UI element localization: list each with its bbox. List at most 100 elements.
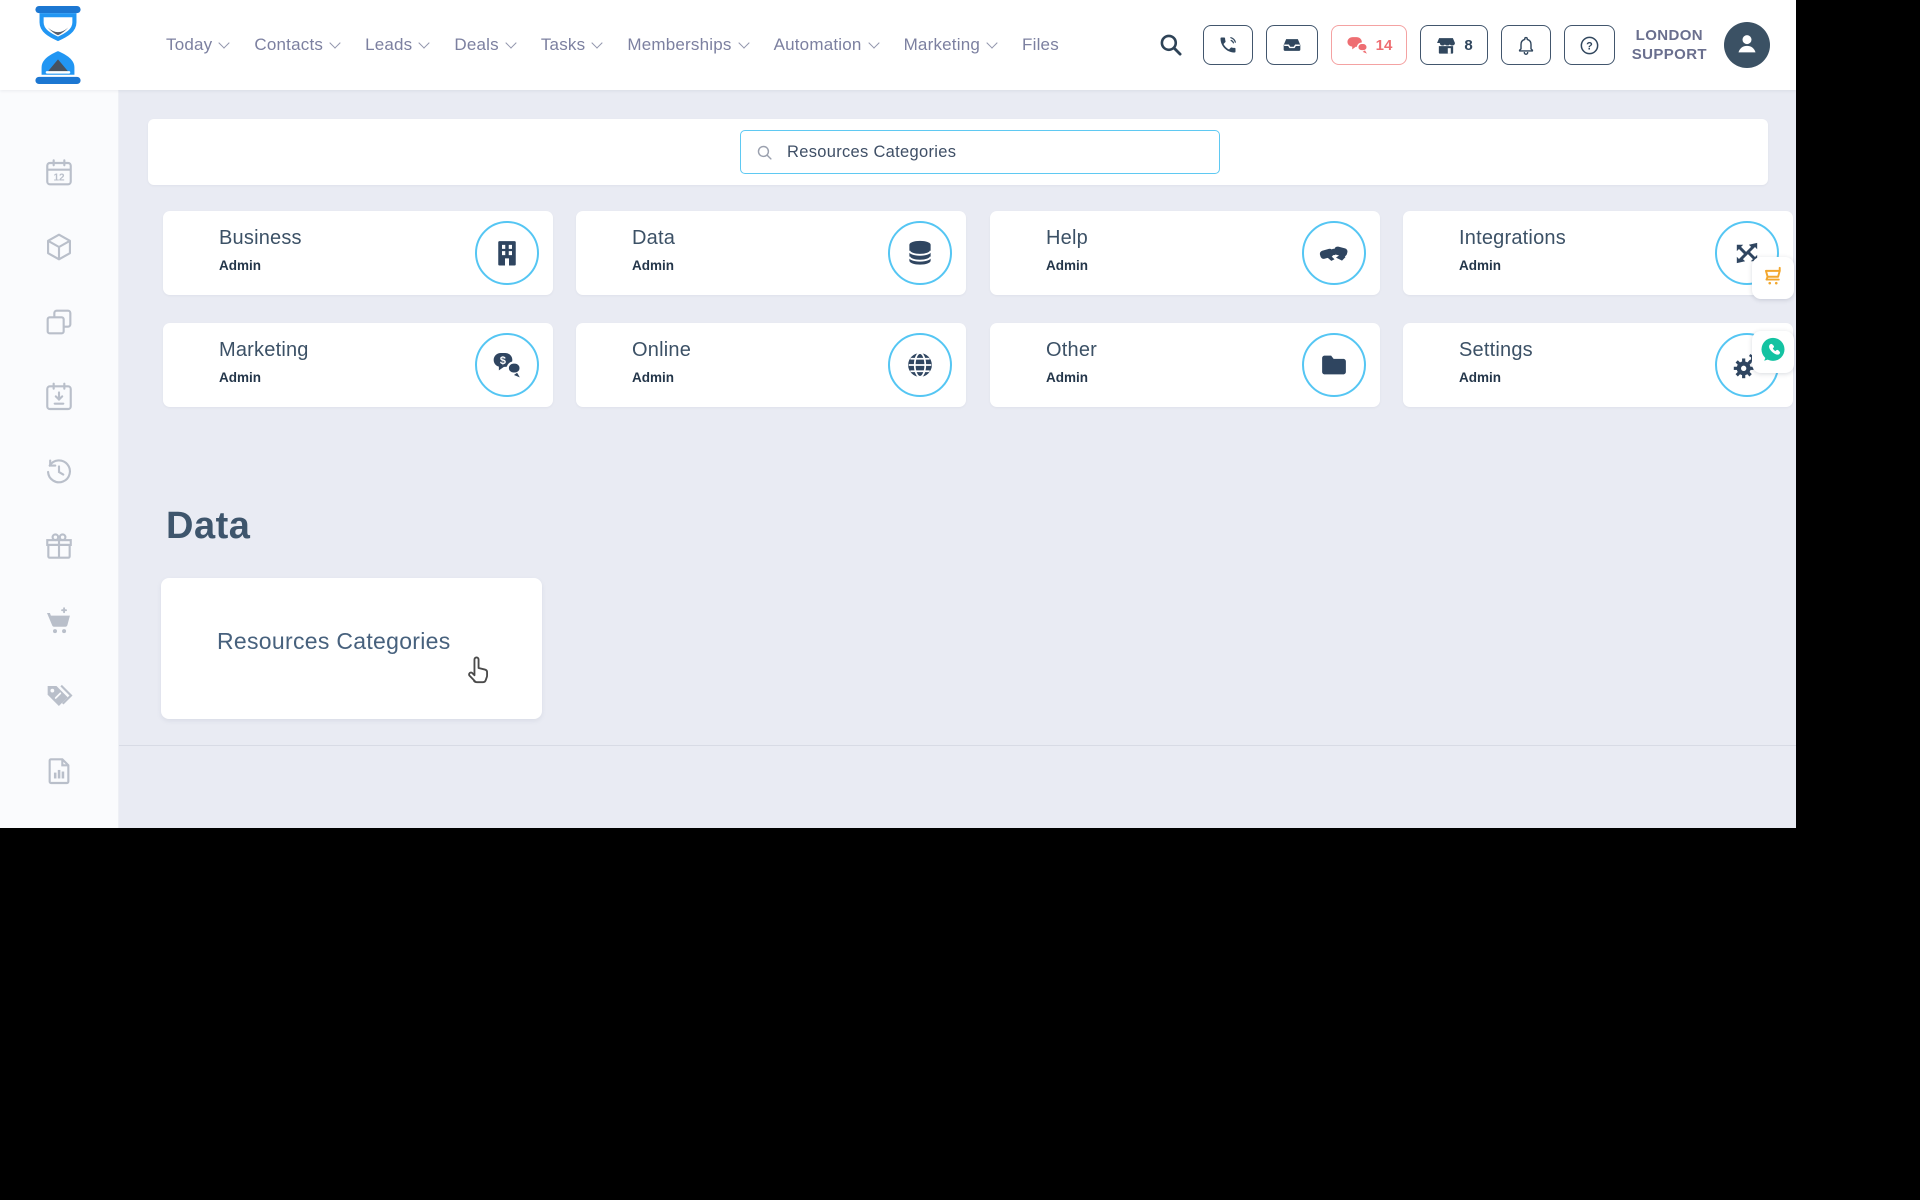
nav-item-memberships[interactable]: Memberships bbox=[627, 35, 750, 55]
category-card-online[interactable]: Online Admin bbox=[576, 323, 966, 407]
chevron-down-icon bbox=[329, 37, 341, 49]
topbar: Today Contacts Leads Deals Tasks Members… bbox=[0, 0, 1796, 90]
main-nav: Today Contacts Leads Deals Tasks Members… bbox=[166, 0, 1059, 90]
account-name-line1: LONDON bbox=[1635, 26, 1704, 44]
bell-icon bbox=[1516, 35, 1536, 56]
result-label: Resources Categories bbox=[217, 628, 451, 654]
account-name-line2: SUPPORT bbox=[1631, 46, 1707, 63]
database-icon bbox=[888, 221, 952, 285]
card-title: Help bbox=[1046, 227, 1088, 249]
hourglass-logo-icon bbox=[28, 6, 88, 88]
topbar-actions: 14 8 ? LONDON SUPPORT bbox=[1158, 0, 1770, 90]
gift-icon[interactable] bbox=[43, 530, 75, 562]
whatsapp-icon bbox=[1759, 336, 1787, 369]
copy-icon[interactable] bbox=[43, 306, 75, 338]
category-card-integrations[interactable]: Integrations Admin bbox=[1403, 211, 1793, 295]
nav-label: Memberships bbox=[627, 35, 732, 54]
chevron-down-icon bbox=[986, 37, 998, 49]
nav-label: Marketing bbox=[903, 35, 981, 54]
nav-item-today[interactable]: Today bbox=[166, 35, 231, 55]
nav-label: Automation bbox=[773, 35, 862, 54]
svg-text:12: 12 bbox=[53, 172, 65, 183]
svg-text:$: $ bbox=[500, 355, 506, 367]
chat-bubbles-icon bbox=[1346, 35, 1369, 55]
card-subtitle: Admin bbox=[632, 370, 674, 385]
phone-icon bbox=[1218, 35, 1238, 55]
category-card-help[interactable]: Help Admin bbox=[990, 211, 1380, 295]
card-title: Data bbox=[632, 227, 676, 249]
card-subtitle: Admin bbox=[1046, 258, 1088, 273]
nav-item-files[interactable]: Files bbox=[1022, 35, 1059, 55]
price-tags-icon[interactable] bbox=[43, 680, 75, 712]
floating-cart-button[interactable] bbox=[1752, 257, 1794, 299]
store-icon bbox=[1435, 35, 1457, 55]
nav-label: Files bbox=[1022, 35, 1059, 54]
nav-item-contacts[interactable]: Contacts bbox=[254, 35, 341, 55]
category-card-other[interactable]: Other Admin bbox=[990, 323, 1380, 407]
card-subtitle: Admin bbox=[1046, 370, 1088, 385]
help-button[interactable]: ? bbox=[1563, 25, 1615, 65]
card-title: Business bbox=[219, 227, 302, 249]
chat-count-badge: 14 bbox=[1375, 36, 1393, 54]
section-heading: Data bbox=[166, 505, 251, 547]
nav-label: Today bbox=[166, 35, 213, 54]
store-count-badge: 8 bbox=[1464, 36, 1473, 54]
card-subtitle: Admin bbox=[1459, 370, 1501, 385]
sidebar: 12 bbox=[0, 90, 119, 828]
category-card-marketing[interactable]: Marketing Admin $ bbox=[163, 323, 553, 407]
nav-item-marketing[interactable]: Marketing bbox=[903, 35, 998, 55]
nav-item-deals[interactable]: Deals bbox=[454, 35, 517, 55]
cursor-hand-icon bbox=[461, 652, 495, 686]
calendar-icon[interactable]: 12 bbox=[43, 157, 75, 189]
history-icon[interactable] bbox=[43, 456, 75, 488]
nav-item-tasks[interactable]: Tasks bbox=[540, 35, 603, 55]
chevron-down-icon bbox=[737, 37, 750, 49]
phone-button[interactable] bbox=[1202, 25, 1253, 65]
chevron-down-icon bbox=[218, 37, 231, 49]
search-input-icon bbox=[757, 145, 772, 160]
inbox-button[interactable] bbox=[1265, 25, 1318, 65]
chevron-down-icon bbox=[505, 37, 517, 49]
avatar[interactable] bbox=[1724, 22, 1770, 68]
app-logo[interactable] bbox=[28, 6, 88, 84]
cube-icon[interactable] bbox=[43, 231, 75, 263]
card-subtitle: Admin bbox=[632, 258, 674, 273]
card-title: Other bbox=[1046, 339, 1098, 361]
nav-label: Tasks bbox=[540, 35, 586, 54]
building-icon bbox=[475, 221, 539, 285]
category-card-data[interactable]: Data Admin bbox=[576, 211, 966, 295]
nav-item-automation[interactable]: Automation bbox=[773, 35, 880, 55]
card-title: Online bbox=[632, 339, 692, 361]
nav-label: Contacts bbox=[254, 35, 324, 54]
search-input[interactable] bbox=[785, 141, 1219, 163]
result-card-resources-categories[interactable]: Resources Categories bbox=[161, 578, 542, 719]
store-button[interactable]: 8 bbox=[1420, 25, 1488, 65]
person-icon bbox=[1732, 28, 1762, 63]
chevron-down-icon bbox=[418, 37, 431, 49]
card-title: Settings bbox=[1459, 339, 1533, 361]
card-subtitle: Admin bbox=[219, 258, 261, 273]
footer-strip bbox=[118, 745, 1796, 828]
account-name[interactable]: LONDON SUPPORT bbox=[1632, 26, 1707, 65]
chevron-down-icon bbox=[867, 37, 880, 49]
floating-whatsapp-button[interactable] bbox=[1752, 331, 1794, 373]
chat-button[interactable]: 14 bbox=[1330, 25, 1408, 65]
handshake-icon bbox=[1302, 221, 1366, 285]
notifications-button[interactable] bbox=[1500, 25, 1551, 65]
search-icon[interactable] bbox=[1158, 32, 1184, 58]
report-icon[interactable] bbox=[43, 755, 75, 787]
money-chat-icon: $ bbox=[475, 333, 539, 397]
calendar-import-icon[interactable] bbox=[43, 381, 75, 413]
category-card-business[interactable]: Business Admin bbox=[163, 211, 553, 295]
help-icon: ? bbox=[1579, 35, 1600, 56]
category-card-settings[interactable]: Settings Admin bbox=[1403, 323, 1793, 407]
cart-icon[interactable] bbox=[43, 605, 75, 637]
card-title: Marketing bbox=[219, 339, 309, 361]
app-window: Today Contacts Leads Deals Tasks Members… bbox=[0, 0, 1796, 828]
chevron-down-icon bbox=[591, 37, 603, 49]
folder-icon bbox=[1302, 333, 1366, 397]
nav-item-leads[interactable]: Leads bbox=[365, 35, 431, 55]
search-field bbox=[740, 130, 1220, 174]
card-subtitle: Admin bbox=[1459, 258, 1501, 273]
nav-label: Deals bbox=[454, 35, 499, 54]
